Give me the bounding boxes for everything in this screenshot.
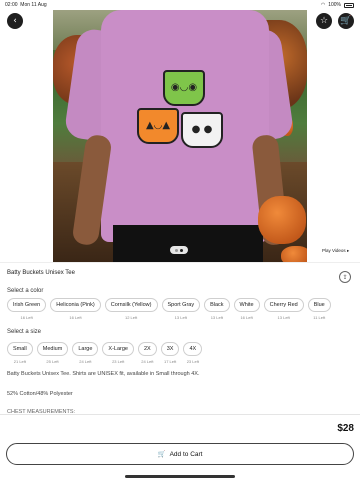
size-stock: 23 Left	[186, 359, 199, 364]
size-stock: 25 Left	[46, 359, 59, 364]
description-line: Batty Buckets Unisex Tee. Shirts are UNI…	[7, 371, 200, 377]
size-options: Small 21 Left Medium 25 Left Large 24 Le…	[7, 342, 203, 364]
color-stock: 16 Left	[69, 315, 82, 320]
size-option-small[interactable]: Small 21 Left	[7, 342, 33, 364]
color-option-heliconia-pink[interactable]: Heliconia (Pink) 16 Left	[50, 298, 101, 320]
size-option-3x[interactable]: 3X 17 Left	[160, 342, 180, 364]
size-stock: 17 Left	[163, 359, 177, 364]
cart-button[interactable]: 🛒	[338, 13, 354, 29]
color-chip[interactable]: Blue	[307, 298, 331, 312]
color-chip[interactable]: Cornsilk (Yellow)	[104, 298, 158, 312]
share-button[interactable]: ⇪	[339, 271, 351, 283]
size-section-label: Select a size	[7, 329, 42, 335]
status-time: 02:00 Mon 11 Aug	[5, 2, 47, 8]
color-chip[interactable]: Irish Green	[7, 298, 47, 312]
size-option-x-large[interactable]: X-Large 23 Left	[102, 342, 134, 364]
color-chip[interactable]: Sport Gray	[161, 298, 201, 312]
pager-dot[interactable]	[175, 248, 178, 252]
play-videos-link[interactable]: Play Videos ▸	[322, 248, 349, 254]
color-stock: 13 Left	[210, 315, 223, 320]
material-line: 52% Cotton/48% Polyester	[7, 391, 73, 397]
cart-icon: 🛒	[157, 451, 166, 458]
product-title-row: Batty Buckets Unisex Tee ⇪	[0, 262, 360, 286]
size-chip[interactable]: 3X	[160, 342, 180, 356]
size-option-4x[interactable]: 4X 23 Left	[183, 342, 203, 364]
image-pager[interactable]	[170, 246, 188, 254]
size-chip[interactable]: 2X	[137, 342, 157, 356]
color-stock: 13 Left	[277, 315, 290, 320]
color-option-irish-green[interactable]: Irish Green 16 Left	[7, 298, 47, 320]
color-chip[interactable]: Heliconia (Pink)	[50, 298, 101, 312]
home-indicator[interactable]	[125, 475, 235, 478]
play-icon: ▸	[346, 248, 350, 253]
color-chip[interactable]: Black	[204, 298, 230, 312]
add-to-cart-button[interactable]: 🛒 Add to Cart	[6, 443, 354, 465]
share-icon: ⇪	[342, 274, 348, 281]
chevron-left-icon: ‹	[13, 16, 17, 26]
size-chip[interactable]: Large	[72, 342, 99, 356]
color-option-black[interactable]: Black 13 Left	[204, 298, 230, 320]
battery-icon	[344, 2, 354, 8]
color-stock: 16 Left	[20, 315, 33, 320]
wifi-icon: ◠	[320, 2, 326, 8]
color-stock: 11 Left	[313, 315, 326, 320]
size-option-large[interactable]: Large 24 Left	[72, 342, 99, 364]
product-gallery[interactable]: ◉◡◉ ▲◡▲ ● ● ‹ ☆ 🛒 Play Videos ▸	[0, 10, 360, 262]
color-option-blue[interactable]: Blue 11 Left	[307, 298, 331, 320]
size-option-2x[interactable]: 2X 24 Left	[137, 342, 157, 364]
color-chip[interactable]: Cherry Red	[263, 298, 304, 312]
status-bar: 02:00 Mon 11 Aug ◠ 100%	[0, 0, 360, 10]
size-stock: 24 Left	[141, 359, 154, 364]
size-stock: 23 Left	[112, 359, 125, 364]
shopping-cart-icon: 🛒	[340, 16, 352, 26]
size-option-medium[interactable]: Medium 25 Left	[36, 342, 69, 364]
color-options: Irish Green 16 Left Heliconia (Pink) 16 …	[7, 298, 331, 320]
size-stock: 21 Left	[13, 359, 26, 364]
favorite-button[interactable]: ☆	[316, 13, 332, 29]
color-stock: 16 Left	[240, 315, 253, 320]
product-title: Batty Buckets Unisex Tee	[7, 270, 75, 276]
product-photo: ◉◡◉ ▲◡▲ ● ●	[53, 10, 307, 262]
purchase-bar: $28 🛒 Add to Cart	[0, 414, 360, 480]
add-to-cart-label: Add to Cart	[169, 450, 203, 458]
battery-level: 100%	[328, 2, 341, 8]
color-section-label: Select a color	[7, 288, 44, 294]
star-icon: ☆	[319, 16, 329, 26]
price: $28	[337, 423, 354, 434]
color-stock: 13 Left	[174, 315, 187, 320]
size-chip[interactable]: Small	[7, 342, 33, 356]
size-chip[interactable]: X-Large	[102, 342, 134, 356]
size-chip[interactable]: 4X	[183, 342, 203, 356]
size-stock: 24 Left	[79, 359, 92, 364]
back-button[interactable]: ‹	[7, 13, 23, 29]
color-stock: 12 Left	[125, 315, 138, 320]
color-option-white[interactable]: White 16 Left	[233, 298, 260, 320]
status-indicators: ◠ 100%	[321, 2, 354, 8]
color-option-sport-gray[interactable]: Sport Gray 13 Left	[161, 298, 201, 320]
size-chip[interactable]: Medium	[36, 342, 69, 356]
color-chip[interactable]: White	[233, 298, 260, 312]
color-option-cherry-red[interactable]: Cherry Red 13 Left	[263, 298, 304, 320]
color-option-cornsilk-yellow[interactable]: Cornsilk (Yellow) 12 Left	[104, 298, 158, 320]
pager-dot-active[interactable]	[180, 248, 183, 252]
